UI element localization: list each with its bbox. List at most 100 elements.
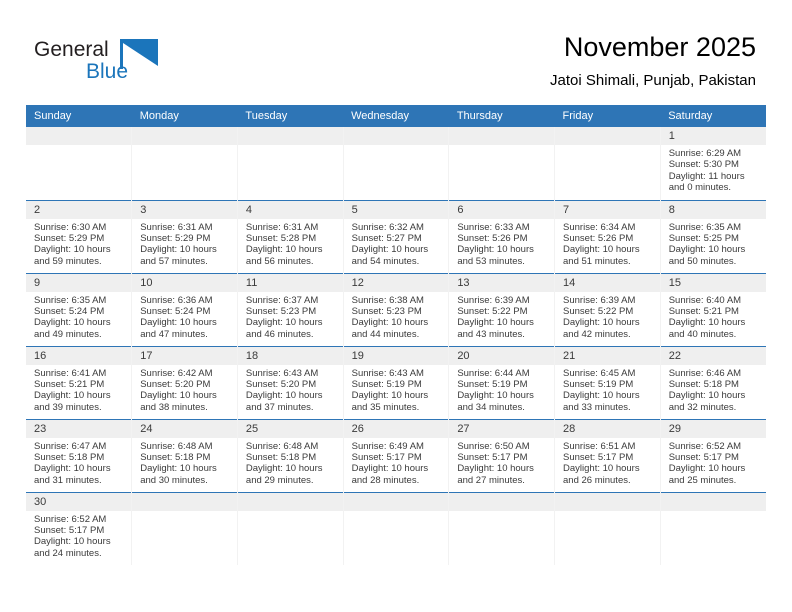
day-details: Sunrise: 6:33 AM Sunset: 5:26 PM Daylight:… bbox=[449, 219, 554, 268]
day-number: 3 bbox=[132, 200, 237, 219]
day-number: 15 bbox=[660, 273, 766, 292]
calendar-day-cell[interactable]: 9 Sunrise: 6:35 AM Sunset: 5:24 PM Daylight… bbox=[26, 272, 133, 346]
sunrise-text: Sunrise: 6:43 AM bbox=[245, 367, 319, 379]
calendar-day-cell[interactable]: 1 Sunrise: 6:29 AM Sunset: 5:30 PM Daylight… bbox=[660, 127, 766, 200]
day-number: 29 bbox=[660, 419, 766, 438]
calendar-day-cell[interactable]: 22 Sunrise: 6:46 AM Sunset: 5:18 PM Dayligh… bbox=[660, 345, 766, 419]
sunrise-text: Sunrise: 6:48 AM bbox=[140, 440, 213, 452]
sunset-text: Sunset: 5:23 PM bbox=[351, 305, 422, 317]
day-details: Sunrise: 6:51 AM Sunset: 5:17 PM Daylight:… bbox=[555, 438, 660, 487]
calendar-day-cell[interactable]: 29 Sunrise: 6:52 AM Sunset: 5:17 PM Dayligh… bbox=[660, 418, 766, 492]
calendar-day-cell[interactable]: 27 Sunrise: 6:50 AM Sunset: 5:17 PM Dayligh… bbox=[448, 418, 556, 492]
day-number: 23 bbox=[26, 419, 132, 438]
daylight-text: Daylight: 10 hours and 29 minutes. bbox=[245, 463, 323, 486]
day-number: 19 bbox=[343, 346, 449, 365]
day-number: 4 bbox=[237, 200, 343, 219]
sunset-text: Sunset: 5:29 PM bbox=[34, 232, 105, 244]
day-details: Sunrise: 6:39 AM Sunset: 5:22 PM Daylight:… bbox=[555, 292, 660, 341]
sunset-text: Sunset: 5:18 PM bbox=[245, 451, 317, 463]
day-number: 2 bbox=[26, 200, 132, 219]
calendar-day-cell[interactable]: 30 Sunrise: 6:52 AM Sunset: 5:17 PM Dayligh… bbox=[26, 491, 133, 565]
calendar-day-cell[interactable]: 8 Sunrise: 6:35 AM Sunset: 5:25 PM Daylight… bbox=[660, 199, 766, 273]
sunrise-text: Sunrise: 6:49 AM bbox=[351, 440, 424, 452]
page-header: General Blue November 2025 Jatoi Shimali… bbox=[0, 0, 792, 104]
calendar-day-cell[interactable]: 12 Sunrise: 6:38 AM Sunset: 5:23 PM Dayligh… bbox=[343, 272, 450, 346]
sunset-text: Sunset: 5:18 PM bbox=[668, 378, 739, 390]
day-number bbox=[343, 127, 449, 145]
sunset-text: Sunset: 5:27 PM bbox=[351, 232, 422, 244]
calendar-day-cell[interactable]: 24 Sunrise: 6:48 AM Sunset: 5:18 PM Dayligh… bbox=[131, 418, 238, 492]
calendar-day-cell[interactable]: 18 Sunrise: 6:43 AM Sunset: 5:20 PM Dayligh… bbox=[237, 345, 344, 419]
calendar-day-cell[interactable]: 28 Sunrise: 6:51 AM Sunset: 5:17 PM Dayligh… bbox=[554, 418, 661, 492]
daylight-text: Daylight: 10 hours and 30 minutes. bbox=[140, 463, 217, 486]
day-details: Sunrise: 6:37 AM Sunset: 5:23 PM Daylight:… bbox=[238, 292, 343, 341]
sunrise-text: Sunrise: 6:36 AM bbox=[140, 294, 213, 306]
calendar-day-cell[interactable]: 16 Sunrise: 6:41 AM Sunset: 5:21 PM Dayligh… bbox=[26, 345, 133, 419]
calendar-day-cell[interactable]: 23 Sunrise: 6:47 AM Sunset: 5:18 PM Dayligh… bbox=[26, 418, 133, 492]
day-number: 7 bbox=[555, 200, 660, 219]
day-number: 16 bbox=[26, 346, 132, 365]
calendar-day-cell[interactable]: 20 Sunrise: 6:44 AM Sunset: 5:19 PM Dayligh… bbox=[448, 345, 556, 419]
sunrise-text: Sunrise: 6:35 AM bbox=[668, 221, 742, 233]
day-details: Sunrise: 6:35 AM Sunset: 5:24 PM Daylight:… bbox=[26, 292, 131, 341]
calendar-day-cell[interactable]: 7 Sunrise: 6:34 AM Sunset: 5:26 PM Daylight… bbox=[554, 199, 661, 273]
sunset-text: Sunset: 5:25 PM bbox=[668, 232, 739, 244]
calendar-week-row: 9 Sunrise: 6:35 AM Sunset: 5:24 PM Daylight… bbox=[26, 272, 766, 346]
day-number: 14 bbox=[555, 273, 660, 292]
calendar-day-cell[interactable]: 15 Sunrise: 6:40 AM Sunset: 5:21 PM Dayligh… bbox=[660, 272, 766, 346]
day-number: 10 bbox=[132, 273, 237, 292]
daylight-text: Daylight: 10 hours and 27 minutes. bbox=[457, 463, 534, 486]
sunset-text: Sunset: 5:24 PM bbox=[140, 305, 211, 317]
daylight-text: Daylight: 10 hours and 50 minutes. bbox=[668, 244, 746, 267]
weekday-header-sunday: Sunday bbox=[26, 105, 132, 127]
sunrise-text: Sunrise: 6:37 AM bbox=[245, 294, 319, 306]
calendar-day-cell[interactable]: 6 Sunrise: 6:33 AM Sunset: 5:26 PM Daylight… bbox=[448, 199, 556, 273]
calendar-day-cell[interactable]: 14 Sunrise: 6:39 AM Sunset: 5:22 PM Dayligh… bbox=[554, 272, 661, 346]
sunset-text: Sunset: 5:17 PM bbox=[34, 524, 105, 536]
sunrise-text: Sunrise: 6:34 AM bbox=[563, 221, 636, 233]
day-number bbox=[449, 127, 555, 145]
daylight-text: Daylight: 10 hours and 46 minutes. bbox=[245, 317, 323, 340]
day-details: Sunrise: 6:48 AM Sunset: 5:18 PM Daylight:… bbox=[132, 438, 237, 487]
daylight-text: Daylight: 10 hours and 35 minutes. bbox=[351, 390, 429, 413]
calendar-day-cell[interactable]: 5 Sunrise: 6:32 AM Sunset: 5:27 PM Daylight… bbox=[343, 199, 450, 273]
calendar-day-cell[interactable]: 11 Sunrise: 6:37 AM Sunset: 5:23 PM Dayligh… bbox=[237, 272, 344, 346]
day-number: 1 bbox=[660, 127, 766, 145]
calendar-day-cell[interactable]: 10 Sunrise: 6:36 AM Sunset: 5:24 PM Dayligh… bbox=[131, 272, 238, 346]
calendar-table: Sunday Monday Tuesday Wednesday Thursday… bbox=[26, 105, 766, 565]
calendar-day-cell[interactable]: 19 Sunrise: 6:43 AM Sunset: 5:19 PM Dayligh… bbox=[343, 345, 450, 419]
day-number: 17 bbox=[132, 346, 237, 365]
day-number: 12 bbox=[343, 273, 449, 292]
day-number bbox=[132, 492, 237, 511]
calendar-week-row: 23 Sunrise: 6:47 AM Sunset: 5:18 PM Dayligh… bbox=[26, 418, 766, 492]
calendar-day-cell[interactable]: 3 Sunrise: 6:31 AM Sunset: 5:29 PM Daylight… bbox=[131, 199, 238, 273]
calendar-day-cell[interactable]: 13 Sunrise: 6:39 AM Sunset: 5:22 PM Dayligh… bbox=[448, 272, 556, 346]
calendar-week-row: 2 Sunrise: 6:30 AM Sunset: 5:29 PM Daylight… bbox=[26, 199, 766, 273]
sunrise-text: Sunrise: 6:44 AM bbox=[457, 367, 530, 379]
sunset-text: Sunset: 5:26 PM bbox=[457, 232, 528, 244]
calendar-day-cell[interactable]: 25 Sunrise: 6:48 AM Sunset: 5:18 PM Dayligh… bbox=[237, 418, 344, 492]
title-block: November 2025 Jatoi Shimali, Punjab, Pak… bbox=[550, 30, 756, 92]
day-details: Sunrise: 6:50 AM Sunset: 5:17 PM Daylight:… bbox=[449, 438, 554, 487]
day-details: Sunrise: 6:43 AM Sunset: 5:20 PM Daylight:… bbox=[238, 365, 343, 414]
calendar-day-cell[interactable]: 26 Sunrise: 6:49 AM Sunset: 5:17 PM Dayligh… bbox=[343, 418, 450, 492]
calendar-day-cell[interactable]: 21 Sunrise: 6:45 AM Sunset: 5:19 PM Dayligh… bbox=[554, 345, 661, 419]
day-details: Sunrise: 6:35 AM Sunset: 5:25 PM Daylight:… bbox=[661, 219, 766, 268]
calendar-day-cell[interactable]: 2 Sunrise: 6:30 AM Sunset: 5:29 PM Daylight… bbox=[26, 199, 133, 273]
sunset-text: Sunset: 5:22 PM bbox=[563, 305, 634, 317]
day-number bbox=[26, 127, 132, 145]
sunrise-text: Sunrise: 6:46 AM bbox=[668, 367, 742, 379]
sunset-text: Sunset: 5:24 PM bbox=[34, 305, 105, 317]
calendar-day-cell-empty bbox=[131, 127, 238, 200]
daylight-text: Daylight: 10 hours and 47 minutes. bbox=[140, 317, 217, 340]
day-number: 22 bbox=[660, 346, 766, 365]
calendar-day-cell[interactable]: 17 Sunrise: 6:42 AM Sunset: 5:20 PM Dayligh… bbox=[131, 345, 238, 419]
daylight-text: Daylight: 10 hours and 51 minutes. bbox=[563, 244, 640, 267]
sunrise-text: Sunrise: 6:52 AM bbox=[668, 440, 742, 452]
sunrise-text: Sunrise: 6:47 AM bbox=[34, 440, 107, 452]
sunset-text: Sunset: 5:17 PM bbox=[457, 451, 528, 463]
calendar-day-cell[interactable]: 4 Sunrise: 6:31 AM Sunset: 5:28 PM Daylight… bbox=[237, 199, 344, 273]
calendar-day-cell-empty bbox=[448, 127, 556, 200]
day-details: Sunrise: 6:39 AM Sunset: 5:22 PM Daylight:… bbox=[449, 292, 554, 341]
day-number bbox=[132, 127, 237, 145]
